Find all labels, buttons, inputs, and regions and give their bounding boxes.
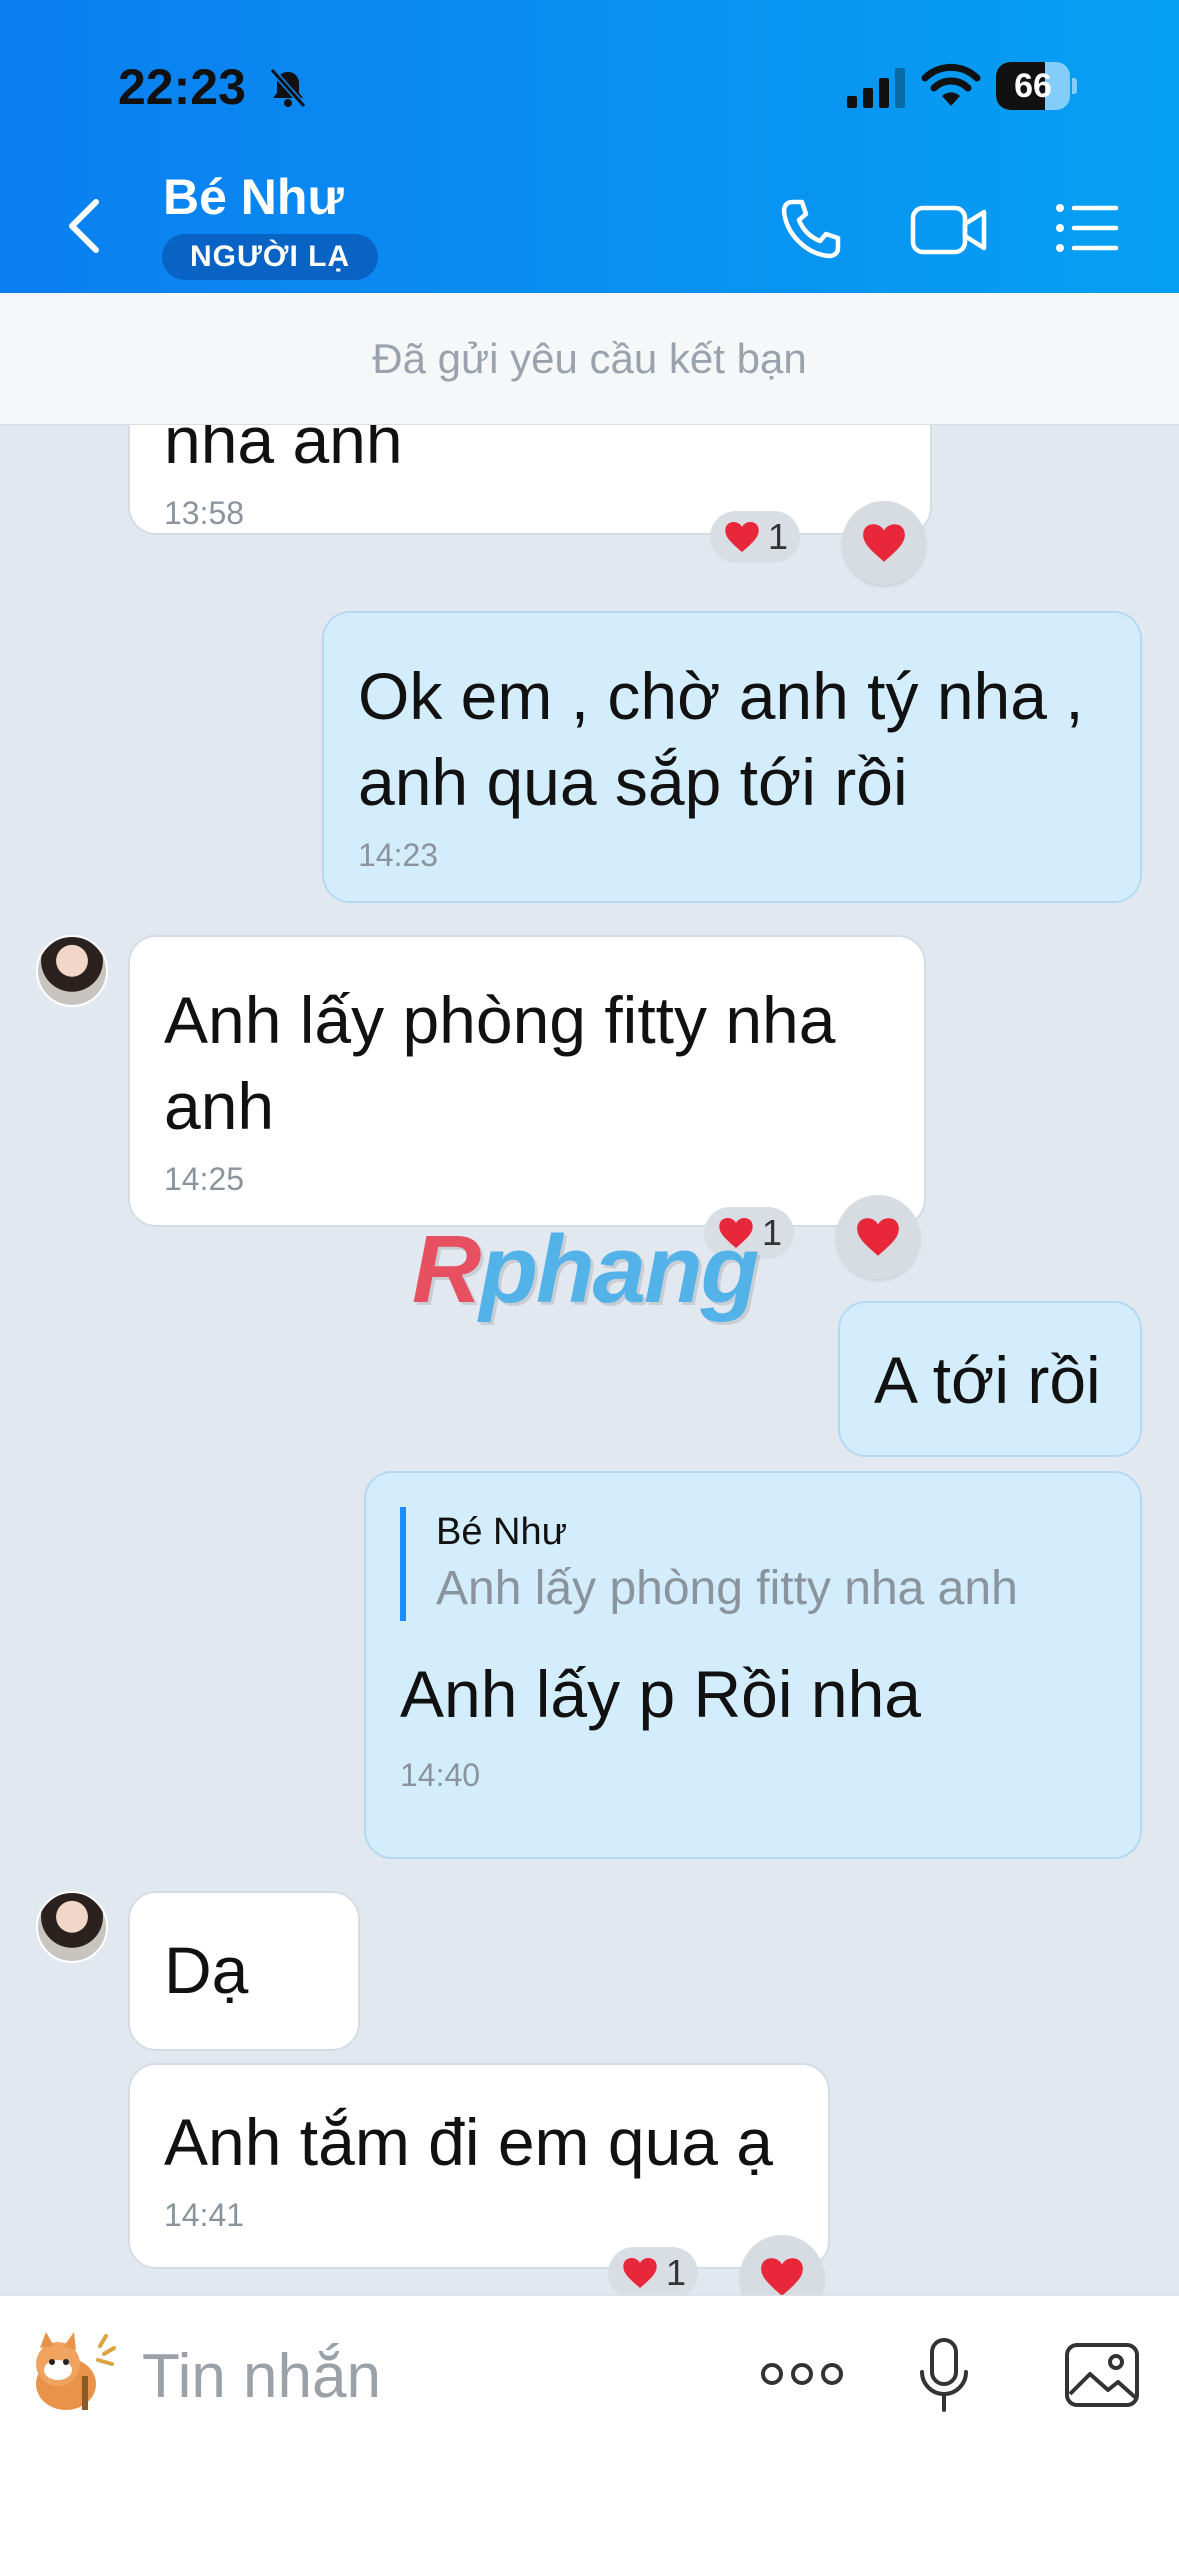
quote-author: Bé Như: [436, 1511, 568, 1553]
chat-header: 22:23 66 Bé Như NGƯỜI LẠ: [0, 0, 1179, 293]
reaction-count-value: 1: [768, 516, 789, 557]
message-bubble[interactable]: A tới rồi: [838, 1301, 1142, 1457]
quoted-message[interactable]: Bé Như Anh lấy phòng fitty nha anh: [400, 1507, 1106, 1621]
battery-percent: 66: [1014, 67, 1052, 105]
menu-list-icon[interactable]: [1054, 200, 1120, 256]
reaction-count[interactable]: 1: [608, 2247, 699, 2295]
back-icon[interactable]: [60, 196, 110, 256]
microphone-icon[interactable]: [918, 2338, 970, 2414]
battery-indicator: 66: [996, 62, 1077, 110]
message-input-bar: [0, 2295, 1179, 2556]
message-text: Anh lấy p Rồi nha: [400, 1657, 922, 1731]
quote-text: Anh lấy phòng fitty nha anh: [436, 1562, 1018, 1615]
message-text: Ok em , chờ anh tý nha , anh qua sắp tới…: [358, 659, 1084, 819]
message-bubble[interactable]: Anh lấy phòng fitty nha anh 14:25: [128, 935, 926, 1227]
message-bubble[interactable]: Anh tắm đi em qua ạ 14:41: [128, 2063, 830, 2269]
reaction-count-value: 1: [762, 1212, 783, 1253]
stranger-badge: NGƯỜI LẠ: [162, 234, 379, 280]
signal-icon: [847, 68, 905, 108]
message-bubble[interactable]: Ok em , chờ anh tý nha , anh qua sắp tới…: [322, 611, 1142, 903]
reaction-count-value: 1: [666, 2252, 687, 2293]
heart-icon: [863, 524, 905, 562]
message-time: 14:41: [164, 2197, 245, 2233]
message-bubble[interactable]: Dạ: [128, 1891, 360, 2051]
message-input[interactable]: [142, 2336, 722, 2416]
video-call-icon[interactable]: [910, 200, 988, 260]
watermark-logo: Rphang: [412, 1216, 759, 1323]
wifi-icon: [921, 63, 981, 106]
message-bubble[interactable]: nha anh 13:58: [128, 425, 932, 535]
reaction-count[interactable]: 1: [710, 511, 801, 563]
reply-message-bubble[interactable]: Bé Như Anh lấy phòng fitty nha anh Anh l…: [364, 1471, 1142, 1859]
bell-muted-icon: [269, 68, 307, 108]
message-text: nha anh: [164, 425, 403, 477]
message-text: Dạ: [164, 1933, 249, 2007]
react-button[interactable]: [836, 1195, 920, 1279]
message-text: A tới rồi: [874, 1343, 1101, 1417]
message-text: Anh tắm đi em qua ạ: [164, 2105, 774, 2179]
react-button[interactable]: [842, 501, 926, 585]
friend-request-banner: Đã gửi yêu cầu kết bạn: [0, 293, 1179, 425]
chat-area[interactable]: nha anh 13:58 1 Ok em , chờ anh tý nha ,…: [0, 425, 1179, 2295]
image-gallery-icon[interactable]: [1064, 2342, 1140, 2408]
message-text: Anh lấy phòng fitty nha anh: [164, 983, 836, 1143]
message-time: 14:23: [358, 837, 439, 873]
avatar[interactable]: [36, 1891, 108, 1963]
contact-name[interactable]: Bé Như: [163, 168, 344, 226]
phone-icon[interactable]: [778, 196, 844, 262]
heart-icon: [725, 522, 759, 552]
heart-icon: [761, 2258, 803, 2295]
status-time: 22:23: [118, 59, 246, 115]
heart-icon: [857, 1218, 899, 1256]
message-time: 14:25: [164, 1161, 245, 1197]
more-options-icon[interactable]: [760, 2354, 844, 2394]
sticker-icon[interactable]: [22, 2326, 118, 2422]
heart-icon: [623, 2258, 657, 2288]
avatar[interactable]: [36, 935, 108, 1007]
message-time: 14:40: [400, 1757, 481, 1793]
